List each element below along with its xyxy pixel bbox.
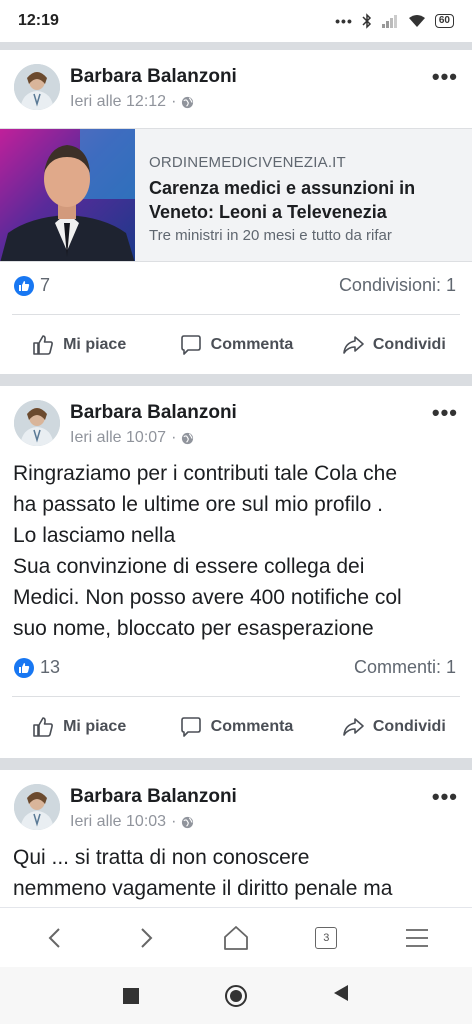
hamburger-menu-icon	[405, 928, 428, 947]
like-count[interactable]: 7	[40, 275, 50, 296]
post-header: Barbara Balanzoni Ieri alle 10:07 · •••	[0, 386, 472, 458]
more-options-button[interactable]: •••	[432, 786, 458, 808]
share-icon	[343, 336, 364, 354]
like-count[interactable]: 13	[40, 657, 60, 678]
post-text: Qui ... si tratta di non conoscere nemme…	[13, 842, 463, 904]
divider	[12, 696, 460, 697]
like-button[interactable]: Mi piace	[0, 316, 157, 374]
clock: 12:19	[18, 12, 59, 29]
post-meta: Ieri alle 10:07 ·	[70, 429, 194, 447]
like-button[interactable]: Mi piace	[0, 698, 157, 756]
tab-count: 3	[315, 926, 338, 949]
globe-icon	[182, 432, 194, 444]
like-reaction-icon[interactable]	[14, 276, 34, 296]
link-description: Tre ministri in 20 mesi e tutto da rifar	[149, 227, 392, 244]
actions-bar: Mi piace Commenta Condividi	[0, 316, 472, 374]
share-label: Condividi	[372, 718, 446, 735]
signal-icon	[381, 15, 397, 28]
tabs-button[interactable]: 3	[301, 913, 351, 963]
comment-icon	[180, 717, 201, 737]
divider	[12, 314, 460, 315]
author-name[interactable]: Barbara Balanzoni	[70, 66, 237, 88]
link-domain: ORDINEMEDICIVENEZIA.IT	[149, 154, 346, 171]
post-meta: Ieri alle 12:12 ·	[70, 93, 194, 111]
globe-icon	[182, 816, 194, 828]
post-header: Barbara Balanzoni Ieri alle 12:12 · •••	[0, 50, 472, 122]
text-line: Ringraziamo per i contributi tale Cola c…	[13, 462, 398, 485]
comment-label: Commenta	[210, 718, 294, 735]
chevron-left-icon	[48, 927, 60, 948]
comment-button[interactable]: Commenta	[157, 698, 314, 756]
post-card: Barbara Balanzoni Ieri alle 12:12 · •••	[0, 50, 472, 374]
dot-separator: ·	[171, 813, 177, 830]
home-button[interactable]	[211, 913, 261, 963]
thumbs-up-icon	[33, 717, 54, 737]
comment-button[interactable]: Commenta	[157, 316, 314, 374]
system-nav-bar	[0, 967, 472, 1024]
battery-icon: 60	[434, 14, 454, 28]
link-title[interactable]: Carenza medici e assunzioni in Veneto: L…	[149, 176, 459, 224]
post-time[interactable]: Ieri alle 12:12	[70, 93, 166, 111]
post-text: Ringraziamo per i contributi tale Cola c…	[13, 458, 463, 644]
more-options-button[interactable]: •••	[432, 402, 458, 424]
bluetooth-icon	[362, 13, 371, 29]
menu-button[interactable]	[392, 913, 442, 963]
post-meta: Ieri alle 10:03 ·	[70, 813, 194, 831]
recent-apps-button[interactable]	[123, 987, 139, 1004]
post-time[interactable]: Ieri alle 10:03	[70, 813, 166, 831]
back-system-button[interactable]	[333, 984, 349, 1007]
wifi-icon	[408, 15, 425, 27]
like-label: Mi piace	[63, 718, 127, 735]
forward-button[interactable]	[121, 913, 171, 963]
avatar[interactable]	[14, 64, 60, 110]
home-system-button[interactable]	[225, 984, 247, 1007]
share-icon	[343, 718, 364, 736]
like-label: Mi piace	[63, 336, 127, 353]
comment-label: Commenta	[210, 336, 294, 353]
text-line: ha passato le ultime ore sul mio profilo…	[13, 493, 384, 516]
link-thumbnail[interactable]	[0, 129, 135, 261]
more-options-button[interactable]: •••	[432, 66, 458, 88]
globe-icon	[182, 96, 194, 108]
share-button[interactable]: Condividi	[315, 316, 472, 374]
reactions-bar: 7 Condivisioni: 1	[0, 258, 472, 314]
dot-separator: ·	[171, 93, 177, 110]
home-icon	[224, 925, 248, 950]
post-card: Barbara Balanzoni Ieri alle 10:07 · ••• …	[0, 386, 472, 758]
comment-icon	[180, 335, 201, 355]
reactions-bar: 13 Commenti: 1	[0, 640, 472, 696]
post-time[interactable]: Ieri alle 10:07	[70, 429, 166, 447]
like-reaction-icon[interactable]	[14, 658, 34, 678]
comment-count[interactable]: Commenti: 1	[354, 657, 456, 678]
chevron-right-icon	[140, 927, 152, 948]
text-line: Lo lasciamo nella	[13, 524, 176, 547]
share-count[interactable]: Condivisioni: 1	[339, 275, 456, 296]
text-line: nemmeno vagamente il diritto penale ma	[13, 877, 393, 900]
author-name[interactable]: Barbara Balanzoni	[70, 402, 237, 424]
status-icons: ••• 60	[335, 13, 454, 29]
status-bar: 12:19 ••• 60	[0, 0, 472, 42]
post-header: Barbara Balanzoni Ieri alle 10:03 · •••	[0, 770, 472, 842]
share-label: Condividi	[372, 336, 446, 353]
triangle-back-icon	[334, 985, 348, 1001]
post-card: Barbara Balanzoni Ieri alle 10:03 · ••• …	[0, 770, 472, 907]
home-dot-icon	[230, 989, 242, 1002]
browser-nav-bar: 3	[0, 907, 472, 967]
avatar[interactable]	[14, 784, 60, 830]
back-button[interactable]	[30, 913, 80, 963]
thumbs-up-icon	[33, 335, 54, 355]
avatar[interactable]	[14, 400, 60, 446]
text-line: Medici. Non posso avere 400 notifiche co…	[13, 586, 402, 609]
share-button[interactable]: Condividi	[315, 698, 472, 756]
text-line: Sua convinzione di essere collega dei	[13, 555, 365, 578]
more-notifications-icon: •••	[335, 13, 353, 29]
author-name[interactable]: Barbara Balanzoni	[70, 786, 237, 808]
dot-separator: ·	[171, 429, 177, 446]
link-preview[interactable]: ORDINEMEDICIVENEZIA.IT Carenza medici e …	[0, 128, 472, 262]
text-line: Qui ... si tratta di non conoscere	[13, 846, 310, 869]
actions-bar: Mi piace Commenta Condividi	[0, 698, 472, 756]
